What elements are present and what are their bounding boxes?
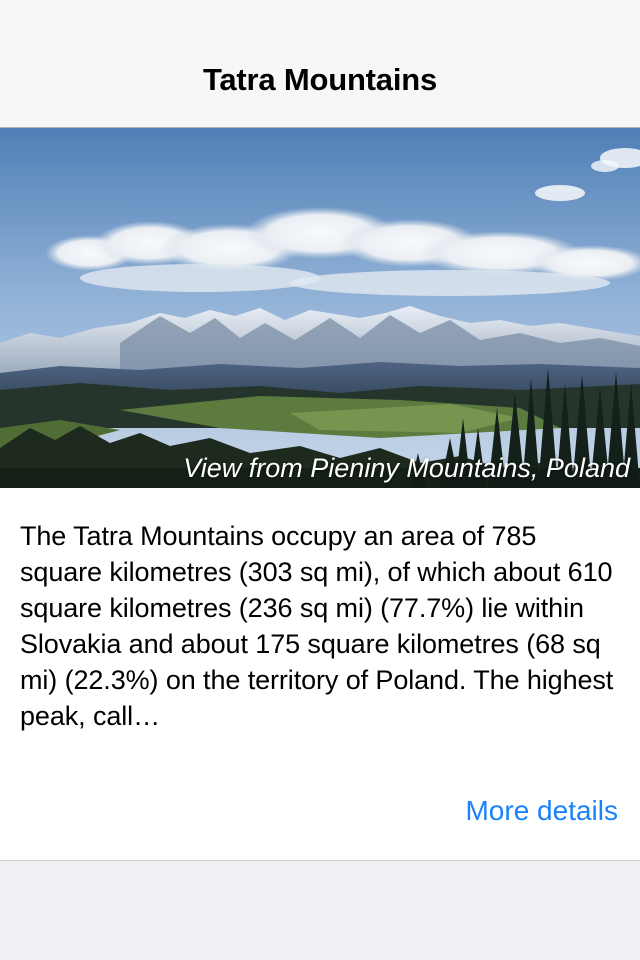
hero-image: View from Pieniny Mountains, Poland — [0, 128, 640, 488]
navigation-bar: Tatra Mountains — [0, 0, 640, 128]
image-caption: View from Pieniny Mountains, Poland — [183, 453, 630, 483]
description-text: The Tatra Mountains occupy an area of 78… — [20, 521, 614, 731]
screen: Tatra Mountains View from Pieniny Mounta… — [0, 0, 640, 960]
more-details-link[interactable]: More details — [465, 795, 618, 827]
mountain-landscape-image — [0, 128, 640, 488]
page-title: Tatra Mountains — [202, 62, 438, 97]
description-card: The Tatra Mountains occupy an area of 78… — [0, 488, 640, 861]
